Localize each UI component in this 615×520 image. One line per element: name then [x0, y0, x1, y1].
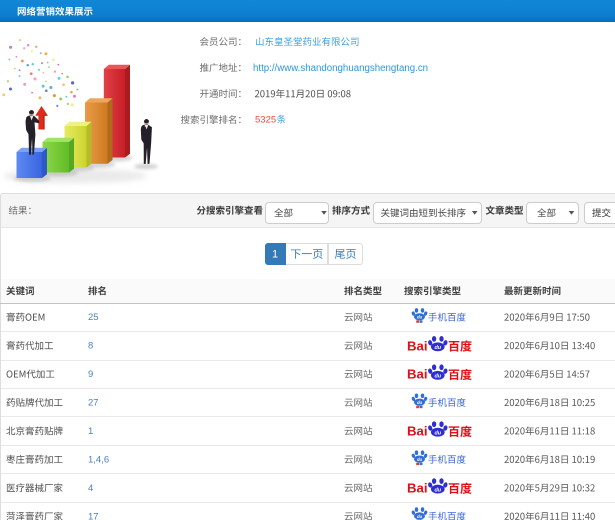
svg-text:1: 1: [272, 248, 278, 260]
svg-text:4: 4: [88, 483, 93, 494]
svg-text:du: du: [435, 430, 442, 436]
svg-text:du: du: [417, 400, 423, 405]
svg-text:1: 1: [88, 426, 93, 437]
svg-text:du: du: [417, 514, 423, 519]
svg-text:Bai: Bai: [407, 481, 428, 496]
svg-text:http://www.shandonghuangshengt: http://www.shandonghuangshengtang.cn: [253, 63, 428, 74]
svg-text:8: 8: [88, 341, 93, 352]
svg-text:du: du: [417, 457, 423, 462]
svg-text:1,4,6: 1,4,6: [88, 455, 109, 466]
svg-text:25: 25: [88, 312, 99, 323]
svg-text:5325: 5325: [255, 114, 276, 125]
svg-text:Bai: Bai: [407, 338, 428, 353]
svg-text:9: 9: [88, 369, 93, 380]
svg-text:17: 17: [88, 511, 99, 520]
svg-text:du: du: [435, 374, 442, 380]
svg-text:Bai: Bai: [407, 424, 428, 439]
svg-text:du: du: [417, 315, 423, 320]
svg-text:du: du: [435, 345, 442, 351]
svg-text:27: 27: [88, 398, 99, 409]
svg-text:Bai: Bai: [407, 367, 428, 382]
svg-text:du: du: [435, 487, 442, 493]
